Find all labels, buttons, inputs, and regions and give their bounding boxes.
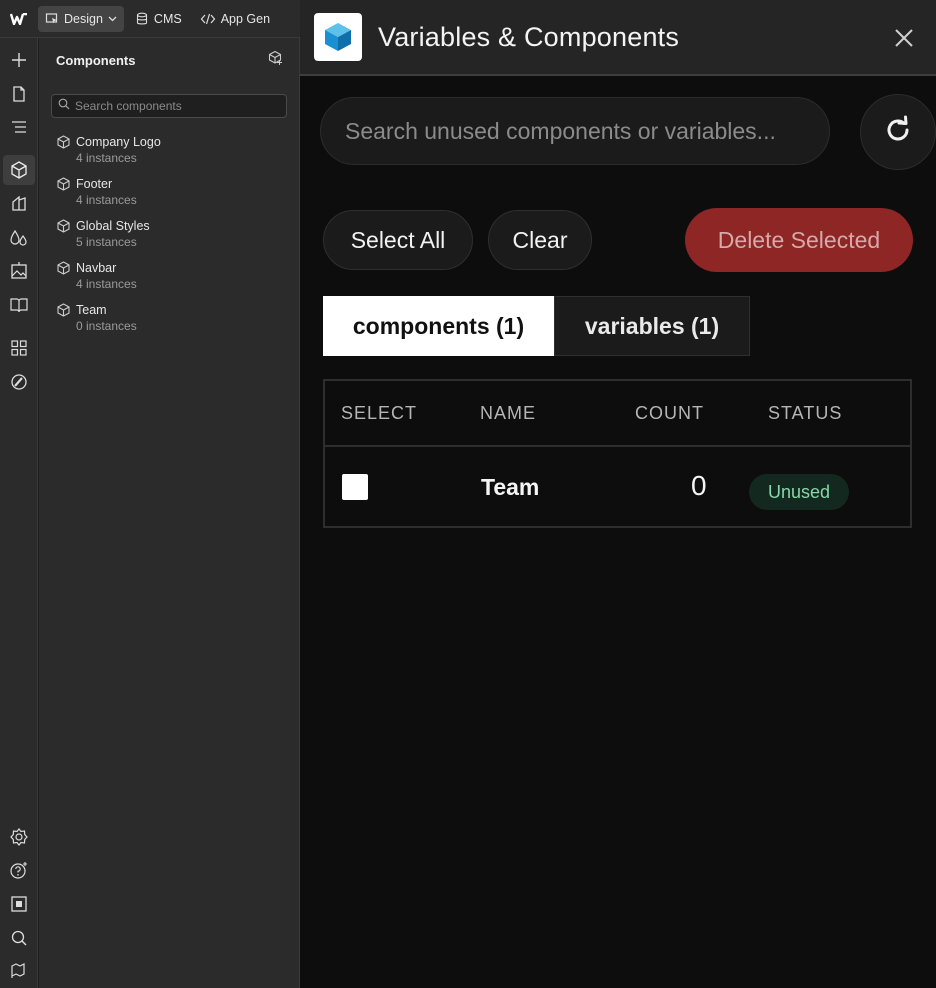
refresh-button[interactable]: [860, 94, 936, 170]
components-panel: Components Company Logo 4 instances Foote…: [39, 38, 300, 988]
column-header-name: NAME: [480, 403, 537, 423]
tab-variables[interactable]: variables (1): [554, 296, 750, 356]
column-header-status: STATUS: [768, 403, 843, 423]
design-mode-label: Design: [64, 11, 103, 26]
table-header: SELECT NAME COUNT STATUS: [325, 381, 910, 447]
page-icon[interactable]: [3, 79, 35, 109]
refresh-icon: [882, 114, 914, 151]
column-header-select: SELECT: [341, 403, 418, 423]
column-header-count: COUNT: [635, 403, 704, 423]
add-icon[interactable]: [3, 45, 35, 75]
plugin-window: Variables & Components Select All Clear …: [300, 0, 936, 988]
row-count: 0: [691, 470, 707, 501]
components-panel-header: Components: [39, 38, 299, 82]
stop-icon[interactable]: [3, 889, 35, 919]
component-instance-count: 5 instances: [76, 235, 137, 249]
clear-button[interactable]: Clear: [488, 210, 592, 270]
left-icon-rail: [0, 38, 38, 988]
list-item[interactable]: Navbar 4 instances: [39, 256, 299, 298]
component-icon: [57, 219, 70, 238]
code-icon: [200, 12, 216, 26]
cms-mode-button[interactable]: CMS: [128, 6, 189, 32]
component-search-input[interactable]: [75, 99, 275, 113]
tab-bar: components (1) variables (1): [323, 296, 750, 356]
list-item[interactable]: Footer 4 instances: [39, 172, 299, 214]
delete-selected-button[interactable]: Delete Selected: [685, 208, 913, 272]
component-search-field[interactable]: [51, 94, 287, 118]
component-instance-count: 4 instances: [76, 277, 137, 291]
plugin-title: Variables & Components: [378, 21, 680, 52]
component-name: Footer: [76, 177, 113, 191]
cms-mode-label: CMS: [153, 11, 182, 26]
flag-icon[interactable]: [3, 956, 35, 986]
status-badge: Unused: [749, 474, 849, 510]
database-icon: [135, 12, 149, 26]
component-instance-count: 0 instances: [76, 319, 137, 333]
help-icon[interactable]: [3, 855, 35, 885]
tab-components[interactable]: components (1): [323, 296, 554, 356]
webflow-logo[interactable]: [0, 0, 38, 38]
search-icon: [58, 97, 70, 115]
style-selectors-icon[interactable]: [3, 189, 35, 219]
component-name: Navbar: [76, 261, 117, 275]
top-bar: Design CMS App Gen: [0, 0, 300, 38]
list-item[interactable]: Team 0 instances: [39, 298, 299, 340]
settings-icon[interactable]: [3, 822, 35, 852]
component-icon: [57, 303, 70, 322]
select-all-button[interactable]: Select All: [323, 210, 473, 270]
app-gen-mode-label: App Gen: [220, 11, 271, 26]
unused-search-input[interactable]: [345, 117, 815, 145]
components-icon[interactable]: [3, 155, 35, 185]
row-name: Team: [481, 474, 540, 500]
table-row: Team 0 Unused: [325, 447, 910, 528]
component-icon: [57, 261, 70, 280]
cursor-icon: [45, 12, 59, 26]
panel-title: Components: [56, 52, 136, 68]
row-select-checkbox[interactable]: [342, 474, 368, 500]
brush-icon[interactable]: [3, 367, 35, 397]
variables-icon[interactable]: [3, 223, 35, 253]
chevron-down-icon: [108, 16, 117, 22]
component-icon: [57, 135, 70, 154]
design-mode-button[interactable]: Design: [38, 5, 124, 32]
cms-book-icon[interactable]: [3, 290, 35, 320]
list-item[interactable]: Global Styles 5 instances: [39, 214, 299, 256]
component-list: Company Logo 4 instances Footer 4 instance…: [39, 130, 299, 340]
app-gen-mode-button[interactable]: App Gen: [193, 6, 277, 32]
cube-app-icon: [314, 13, 362, 61]
apps-icon[interactable]: [3, 333, 35, 363]
navigator-icon[interactable]: [3, 112, 35, 142]
component-instance-count: 4 instances: [76, 151, 137, 165]
plugin-search-row: [320, 94, 936, 170]
unused-search-field[interactable]: [320, 97, 830, 165]
assets-icon[interactable]: [3, 256, 35, 286]
create-component-icon[interactable]: [267, 50, 283, 71]
component-instance-count: 4 instances: [76, 193, 137, 207]
component-name: Global Styles: [76, 219, 150, 233]
close-icon[interactable]: [892, 26, 916, 50]
list-item[interactable]: Company Logo 4 instances: [39, 130, 299, 172]
component-name: Team: [76, 303, 107, 317]
search-icon[interactable]: [3, 923, 35, 953]
component-name: Company Logo: [76, 135, 161, 149]
component-icon: [57, 177, 70, 196]
plugin-header: Variables & Components: [300, 0, 936, 76]
unused-items-table: SELECT NAME COUNT STATUS Team 0 Unused: [323, 379, 912, 528]
